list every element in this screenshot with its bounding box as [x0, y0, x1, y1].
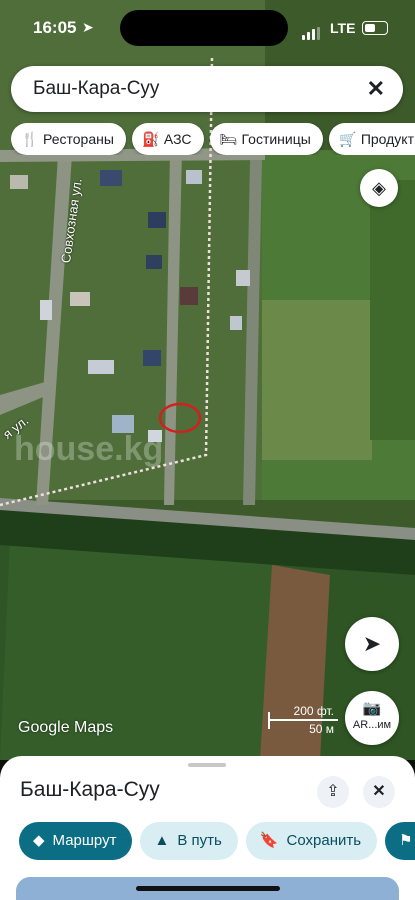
gas-station-icon: ⛽ [142, 131, 160, 147]
place-title: Баш-Кара-Суу [20, 778, 160, 801]
share-icon: ⇪ [326, 783, 340, 800]
chip-restaurants[interactable]: 🍴 Рестораны [11, 123, 126, 155]
route-button[interactable]: ◆ Маршрут [19, 822, 133, 860]
network-type: LTE [330, 20, 356, 36]
more-action-button[interactable]: ⚑ [385, 822, 415, 860]
status-time: 16:05 [33, 18, 77, 37]
bookmark-icon: 🔖 [259, 832, 279, 849]
place-actions: ◆ Маршрут ▲ В путь 🔖 Сохранить ⚑ [19, 822, 415, 860]
cart-icon: 🛒 [339, 131, 357, 147]
watermark: house.kg [14, 430, 164, 468]
chip-groceries[interactable]: 🛒Продукты [328, 123, 415, 155]
scale-imperial: 200 фт. [293, 704, 334, 718]
directions-icon: ◆ [33, 832, 45, 849]
dynamic-island [120, 10, 288, 46]
share-button[interactable]: ⇪ [317, 776, 349, 808]
home-indicator [136, 886, 280, 891]
layers-icon: ◈ [372, 178, 386, 198]
scale-metric: 50 м [309, 722, 334, 736]
save-button[interactable]: 🔖 Сохранить [245, 822, 378, 860]
close-sheet-button[interactable]: ✕ [363, 776, 395, 808]
location-arrow-icon: ➤ [362, 631, 382, 656]
close-icon: ✕ [372, 783, 386, 800]
navigation-icon: ▲ [154, 832, 170, 849]
flag-icon: ⚑ [399, 832, 413, 849]
ar-label: AR...им [352, 719, 392, 731]
clear-search-icon[interactable]: ✕ [367, 76, 385, 102]
battery-icon [362, 21, 388, 35]
chip-gas-stations[interactable]: ⛽ АЗС [131, 123, 204, 155]
start-button[interactable]: ▲ В путь [140, 822, 238, 860]
location-arrow-icon: ➤ [82, 19, 94, 35]
search-bar[interactable]: Баш-Кара-Суу ✕ [11, 66, 403, 112]
my-location-button[interactable]: ➤ [345, 617, 399, 671]
google-maps-logo: Google Maps [18, 719, 114, 736]
hotel-icon: 🛏 [219, 131, 238, 147]
search-query[interactable]: Баш-Кара-Суу [33, 78, 159, 100]
restaurant-icon: 🍴 [21, 131, 39, 147]
category-chips: 🍴Рестораны⛽АЗС🛏Гостиницы🛒Продукты [11, 123, 415, 155]
scale-bar: 200 фт. 50 м [268, 704, 338, 738]
ar-live-view-button[interactable]: 📷 AR...им [345, 691, 399, 745]
place-sheet[interactable]: Баш-Кара-Суу ⇪ ✕ ◆ Маршрут ▲ В путь 🔖 Сохрани… [0, 756, 415, 900]
signal-icon [302, 22, 322, 40]
layers-button[interactable]: ◈ [360, 169, 398, 207]
sheet-drag-handle[interactable] [188, 763, 226, 767]
status-bar: 16:05 ➤ LTE [0, 0, 415, 58]
ar-camera-icon: 📷 [362, 700, 382, 717]
chip-hotels[interactable]: 🛏 Гостиницы [209, 123, 323, 155]
